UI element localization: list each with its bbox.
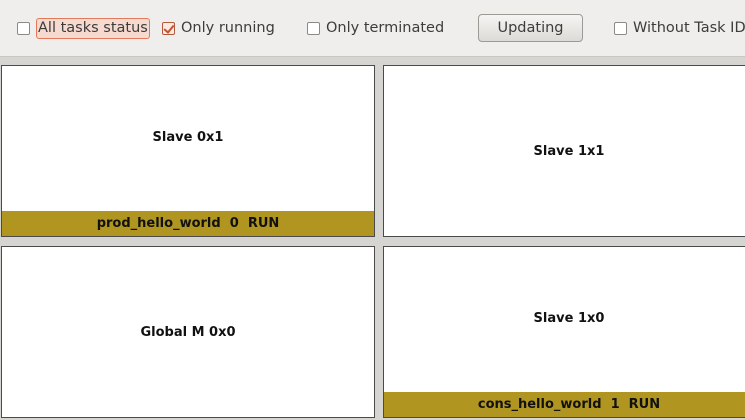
without-task-id-checkbox-box[interactable] <box>614 21 627 35</box>
node-title: Global M 0x0 <box>140 325 236 340</box>
task-status-bar: cons_hello_world 1 RUN <box>384 392 745 417</box>
node-title: Slave 1x0 <box>533 311 605 326</box>
only-running-checkbox[interactable]: Only running <box>162 17 275 39</box>
filter-toolbar: All tasks status Only running Only termi… <box>0 0 745 57</box>
all-tasks-status-checkbox-box[interactable] <box>17 21 30 35</box>
only-terminated-label: Only terminated <box>326 20 445 36</box>
without-task-id-label: Without Task ID <box>633 20 745 36</box>
without-task-id-checkbox[interactable]: Without Task ID <box>614 17 745 39</box>
only-terminated-checkbox[interactable]: Only terminated <box>307 17 444 39</box>
all-tasks-status-label: All tasks status <box>36 17 150 39</box>
only-terminated-checkbox-box[interactable] <box>307 21 320 35</box>
all-tasks-status-checkbox[interactable]: All tasks status <box>17 17 150 39</box>
updating-button[interactable]: Updating <box>478 14 583 42</box>
only-running-label: Only running <box>181 20 275 36</box>
node-panel-slave-1x0[interactable]: Slave 1x0 cons_hello_world 1 RUN <box>383 246 745 418</box>
node-panel-slave-1x1[interactable]: Slave 1x1 <box>383 65 745 237</box>
node-title: Slave 1x1 <box>533 144 605 159</box>
only-running-checkbox-box[interactable] <box>162 21 175 35</box>
node-title: Slave 0x1 <box>152 130 224 145</box>
node-panel-global-m-0x0[interactable]: Global M 0x0 <box>1 246 375 418</box>
task-status-bar: prod_hello_world 0 RUN <box>2 211 374 236</box>
node-panel-slave-0x1[interactable]: Slave 0x1 prod_hello_world 0 RUN <box>1 65 375 237</box>
